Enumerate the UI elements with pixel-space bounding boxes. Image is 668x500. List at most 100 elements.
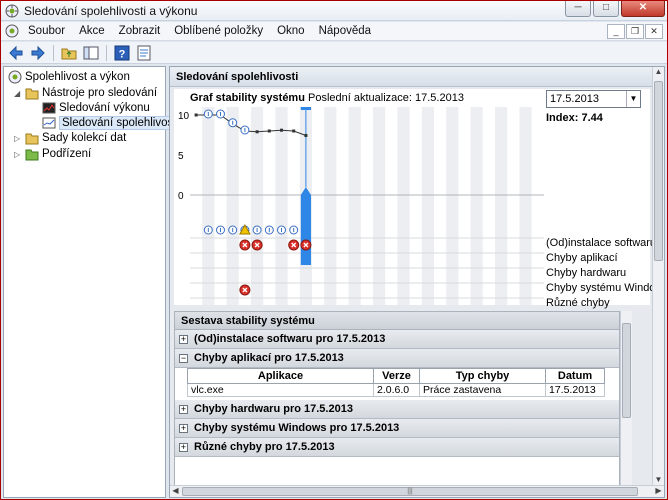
gauge-icon — [8, 70, 22, 84]
cell-error-type: Práce zastavena — [419, 383, 546, 397]
main-pane: Sledování spolehlivosti Graf stability s… — [169, 66, 665, 498]
scroll-up-icon[interactable]: ▲ — [653, 67, 664, 79]
section-app-errors[interactable]: − Chyby aplikací pro 17.5.2013 — [175, 349, 619, 368]
chart-column-stripe — [470, 107, 483, 305]
title-bar[interactable]: Sledování spolehlivosti a výkonu ─ □ ✕ — [1, 1, 667, 21]
stability-chart[interactable]: 10 5 0 — [174, 89, 544, 305]
stability-index: Index: 7.44 — [546, 112, 603, 124]
table-row[interactable]: vlc.exe 2.0.6.0 Práce zastavena 17.5.201… — [187, 383, 605, 397]
y-tick-label: 5 — [178, 151, 184, 162]
expand-triangle-icon[interactable]: ▷ — [14, 134, 23, 143]
section-windows[interactable]: + Chyby systému Windows pro 17.5.2013 — [175, 419, 619, 438]
row-label-hardware: Chyby hardwaru — [546, 267, 627, 279]
console-tree-icon — [83, 46, 99, 59]
pane-vertical-scrollbar[interactable]: ▲ ▼ — [652, 67, 664, 487]
app-window: Sledování spolehlivosti a výkonu ─ □ ✕ S… — [0, 0, 668, 500]
section-label: Chyby hardwaru pro 17.5.2013 — [194, 403, 353, 415]
mdi-restore-button[interactable]: ❐ — [626, 24, 644, 39]
back-button[interactable] — [7, 44, 25, 62]
scroll-right-icon[interactable]: ▶ — [653, 486, 664, 497]
pane-scroll-thumb[interactable] — [654, 81, 663, 261]
app-errors-table: Aplikace Verze Typ chyby Datum vlc.exe 2… — [187, 368, 605, 397]
section-label: Různé chyby pro 17.5.2013 — [194, 441, 335, 453]
menu-bar: Soubor Akce Zobrazit Oblíbené položky Ok… — [1, 22, 667, 41]
stability-point — [304, 133, 308, 137]
col-header-error-type[interactable]: Typ chyby — [419, 368, 546, 384]
menu-file[interactable]: Soubor — [21, 25, 72, 37]
row-label-misc: Různé chyby — [546, 297, 610, 309]
expand-box-icon[interactable]: + — [179, 334, 188, 344]
collapse-triangle-icon[interactable]: ◢ — [14, 89, 23, 98]
menu-help[interactable]: Nápověda — [312, 25, 378, 37]
section-misc[interactable]: + Různé chyby pro 17.5.2013 — [175, 438, 619, 457]
toolbar-separator — [53, 44, 54, 61]
selected-column-bar — [300, 195, 311, 265]
stability-report: Sestava stability systému + (Od)instalace… — [174, 311, 620, 487]
help-button[interactable]: ? — [113, 44, 131, 62]
tree-item-label: Podřízení — [42, 148, 92, 160]
collapse-box-icon[interactable]: − — [179, 353, 188, 363]
section-hardware[interactable]: + Chyby hardwaru pro 17.5.2013 — [175, 400, 619, 419]
cell-date: 17.5.2013 — [545, 383, 605, 397]
mdi-close-button[interactable]: ✕ — [645, 24, 663, 39]
dropdown-arrow-icon[interactable]: ▼ — [626, 91, 640, 107]
stability-chart-panel: Graf stability systému Poslední aktualiz… — [174, 89, 664, 309]
tree-item-performance-monitor[interactable]: Sledování výkonu — [42, 100, 150, 116]
chart-column-stripe — [226, 107, 239, 305]
cell-version: 2.0.6.0 — [373, 383, 420, 397]
scroll-left-icon[interactable]: ◀ — [170, 486, 181, 497]
maximize-button[interactable]: □ — [593, 1, 619, 17]
toolbar-separator — [106, 44, 107, 61]
mdi-minimize-button[interactable]: _ — [607, 24, 625, 39]
minimize-button[interactable]: ─ — [565, 1, 591, 17]
y-tick-label: 0 — [178, 191, 184, 202]
pane-hscroll-thumb[interactable]: ||| — [182, 487, 638, 496]
forward-button[interactable] — [29, 44, 47, 62]
report-scrollbar[interactable] — [620, 311, 632, 487]
tree-item-monitoring-tools[interactable]: ◢ Nástroje pro sledování — [14, 85, 157, 101]
window-title: Sledování spolehlivosti a výkonu — [24, 3, 198, 18]
chart-column-stripe — [421, 107, 434, 305]
stability-point — [267, 129, 271, 133]
col-header-app[interactable]: Aplikace — [187, 368, 374, 384]
folder-icon — [25, 88, 39, 100]
tree-item-reliability-monitor[interactable]: Sledování spolehlivosti — [42, 115, 182, 131]
back-arrow-icon — [9, 45, 23, 60]
col-header-version[interactable]: Verze — [373, 368, 420, 384]
pane-horizontal-scrollbar[interactable]: ◀ ||| ▶ — [170, 485, 664, 497]
chart-column-stripe — [324, 107, 337, 305]
expand-box-icon[interactable]: + — [179, 404, 188, 414]
tree-item-reliability-performance[interactable]: Spolehlivost a výkon — [8, 69, 130, 85]
menu-action[interactable]: Akce — [72, 25, 112, 37]
close-button[interactable]: ✕ — [621, 1, 665, 17]
row-label-windows: Chyby systému Windows — [546, 282, 665, 294]
stability-point — [292, 129, 296, 133]
properties-button[interactable] — [135, 44, 153, 62]
chart-column-stripe — [446, 107, 459, 305]
menu-favorites[interactable]: Oblíbené položky — [167, 25, 270, 37]
pane-title: Sledování spolehlivosti — [170, 67, 653, 87]
tree-item-reports[interactable]: ▷ Podřízení — [14, 146, 91, 162]
chart-column-stripe — [373, 107, 386, 305]
expand-triangle-icon[interactable]: ▷ — [14, 150, 23, 159]
tree-item-data-collector-sets[interactable]: ▷ Sady kolekcí dat — [14, 130, 126, 146]
expand-box-icon[interactable]: + — [179, 442, 188, 452]
menu-view[interactable]: Zobrazit — [112, 25, 168, 37]
svg-text:?: ? — [119, 48, 126, 60]
date-select[interactable]: 17.5.2013 ▼ — [546, 90, 641, 108]
cell-app: vlc.exe — [187, 383, 374, 397]
report-scroll-thumb[interactable] — [622, 323, 631, 418]
col-header-date[interactable]: Datum — [545, 368, 605, 384]
report-title: Sestava stability systému — [175, 312, 619, 330]
menu-window[interactable]: Okno — [270, 25, 312, 37]
section-label: (Od)instalace softwaru pro 17.5.2013 — [194, 333, 386, 345]
expand-box-icon[interactable]: + — [179, 423, 188, 433]
row-label-software: (Od)instalace softwaru — [546, 237, 657, 249]
show-tree-button[interactable] — [82, 44, 100, 62]
performance-chart-icon — [42, 102, 56, 114]
section-software[interactable]: + (Od)instalace softwaru pro 17.5.2013 — [175, 330, 619, 349]
app-menu-icon[interactable] — [5, 24, 19, 38]
up-folder-button[interactable] — [60, 44, 78, 62]
row-label-app-errors: Chyby aplikací — [546, 252, 618, 264]
stability-point — [255, 130, 259, 134]
